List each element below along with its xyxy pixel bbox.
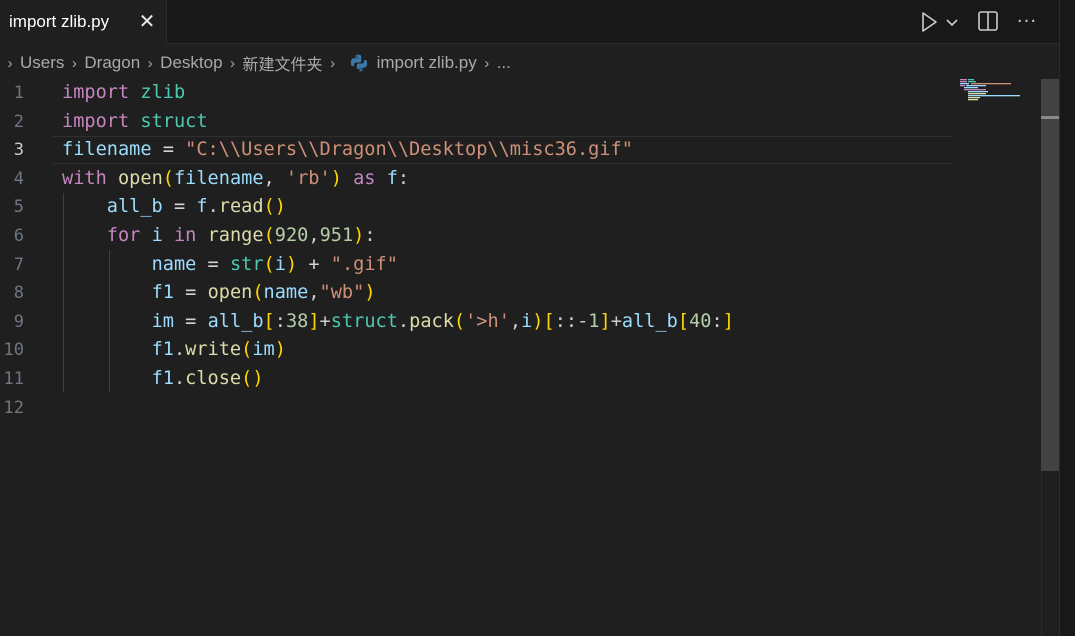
breadcrumb: › Users › Dragon › Desktop › 新建文件夹 › imp… bbox=[0, 48, 511, 78]
chevron-right-icon: › bbox=[484, 54, 490, 72]
chevron-down-icon[interactable] bbox=[943, 11, 961, 33]
code-text: im = all_b[:38]+struct.pack('>h',i)[::-1… bbox=[151, 310, 734, 332]
code-line: 10 f1.write(im) bbox=[0, 336, 952, 365]
scrollbar-thumb[interactable] bbox=[1041, 79, 1059, 471]
code-text: import zlib bbox=[62, 82, 186, 103]
code-line: 2 import struct bbox=[0, 108, 952, 137]
line-number: 1 bbox=[13, 83, 24, 103]
code-text: for i in range(920,951): bbox=[106, 225, 376, 246]
chevron-right-icon: › bbox=[71, 54, 77, 72]
minimap[interactable] bbox=[958, 79, 1028, 109]
breadcrumb-item-folder[interactable]: 新建文件夹 bbox=[243, 51, 323, 75]
line-number: 10 bbox=[3, 340, 24, 361]
code-line: 5 all_b = f.read() bbox=[0, 193, 952, 222]
line-number: 4 bbox=[13, 168, 24, 189]
code-line: 8 f1 = open(name,"wb") bbox=[0, 279, 952, 308]
line-number: 9 bbox=[13, 311, 24, 332]
chevron-right-icon: › bbox=[230, 54, 236, 72]
code-line: 9 im = all_b[:38]+struct.pack('>h',i)[::… bbox=[0, 308, 952, 337]
breadcrumb-item-users[interactable]: Users bbox=[20, 53, 64, 73]
code-text: import struct bbox=[62, 110, 208, 132]
code-line: 6 for i in range(920,951): bbox=[0, 222, 952, 251]
chevron-right-icon: › bbox=[147, 54, 153, 72]
chevron-right-icon: › bbox=[7, 54, 13, 72]
editor-tab-active[interactable]: import zlib.py ✕ bbox=[0, 0, 167, 44]
split-editor-icon[interactable] bbox=[975, 8, 1001, 34]
window-edge bbox=[1059, 0, 1075, 636]
code-line: 7 name = str(i) + ".gif" bbox=[0, 251, 952, 280]
code-text: filename = "C:\\Users\\Dragon\\Desktop\\… bbox=[62, 139, 633, 161]
code-text: with open(filename, 'rb') as f: bbox=[62, 167, 410, 189]
line-number: 3 bbox=[13, 140, 24, 161]
breadcrumb-item-desktop[interactable]: Desktop bbox=[160, 53, 222, 73]
code-editor[interactable]: 1 import zlib 2 import struct 3 filename… bbox=[0, 79, 1041, 636]
play-icon[interactable] bbox=[916, 9, 942, 35]
code-line: 4 with open(filename, 'rb') as f: bbox=[0, 165, 952, 194]
line-number: 8 bbox=[13, 283, 24, 304]
close-icon[interactable]: ✕ bbox=[135, 8, 159, 34]
python-icon bbox=[349, 53, 369, 73]
code-text: all_b = f.read() bbox=[106, 196, 286, 218]
tab-bar: import zlib.py ✕ ··· bbox=[0, 0, 1059, 44]
line-number: 11 bbox=[3, 369, 24, 389]
ellipsis-icon[interactable]: ··· bbox=[1012, 8, 1042, 34]
line-number: 6 bbox=[13, 226, 24, 246]
breadcrumb-item-more[interactable]: ... bbox=[497, 53, 511, 73]
line-number: 12 bbox=[3, 397, 24, 418]
breadcrumb-item-file[interactable]: import zlib.py bbox=[377, 53, 477, 73]
code-text: f1 = open(name,"wb") bbox=[151, 282, 376, 304]
code-text: name = str(i) + ".gif" bbox=[151, 253, 398, 275]
line-number: 7 bbox=[13, 254, 24, 275]
code-line: 12 bbox=[0, 394, 952, 423]
code-line: 11 f1.close() bbox=[0, 365, 952, 394]
breadcrumb-item-dragon[interactable]: Dragon bbox=[84, 53, 140, 73]
code-text: f1.close() bbox=[151, 368, 264, 389]
code-line-active: 3 filename = "C:\\Users\\Dragon\\Desktop… bbox=[0, 136, 952, 165]
scrollbar-cursor-marker bbox=[1041, 116, 1059, 119]
line-number: 2 bbox=[13, 111, 24, 132]
code-line: 1 import zlib bbox=[0, 79, 952, 108]
tab-label: import zlib.py bbox=[9, 12, 110, 31]
line-number: 5 bbox=[13, 197, 24, 218]
code-text: f1.write(im) bbox=[151, 339, 286, 361]
chevron-right-icon: › bbox=[330, 54, 336, 72]
